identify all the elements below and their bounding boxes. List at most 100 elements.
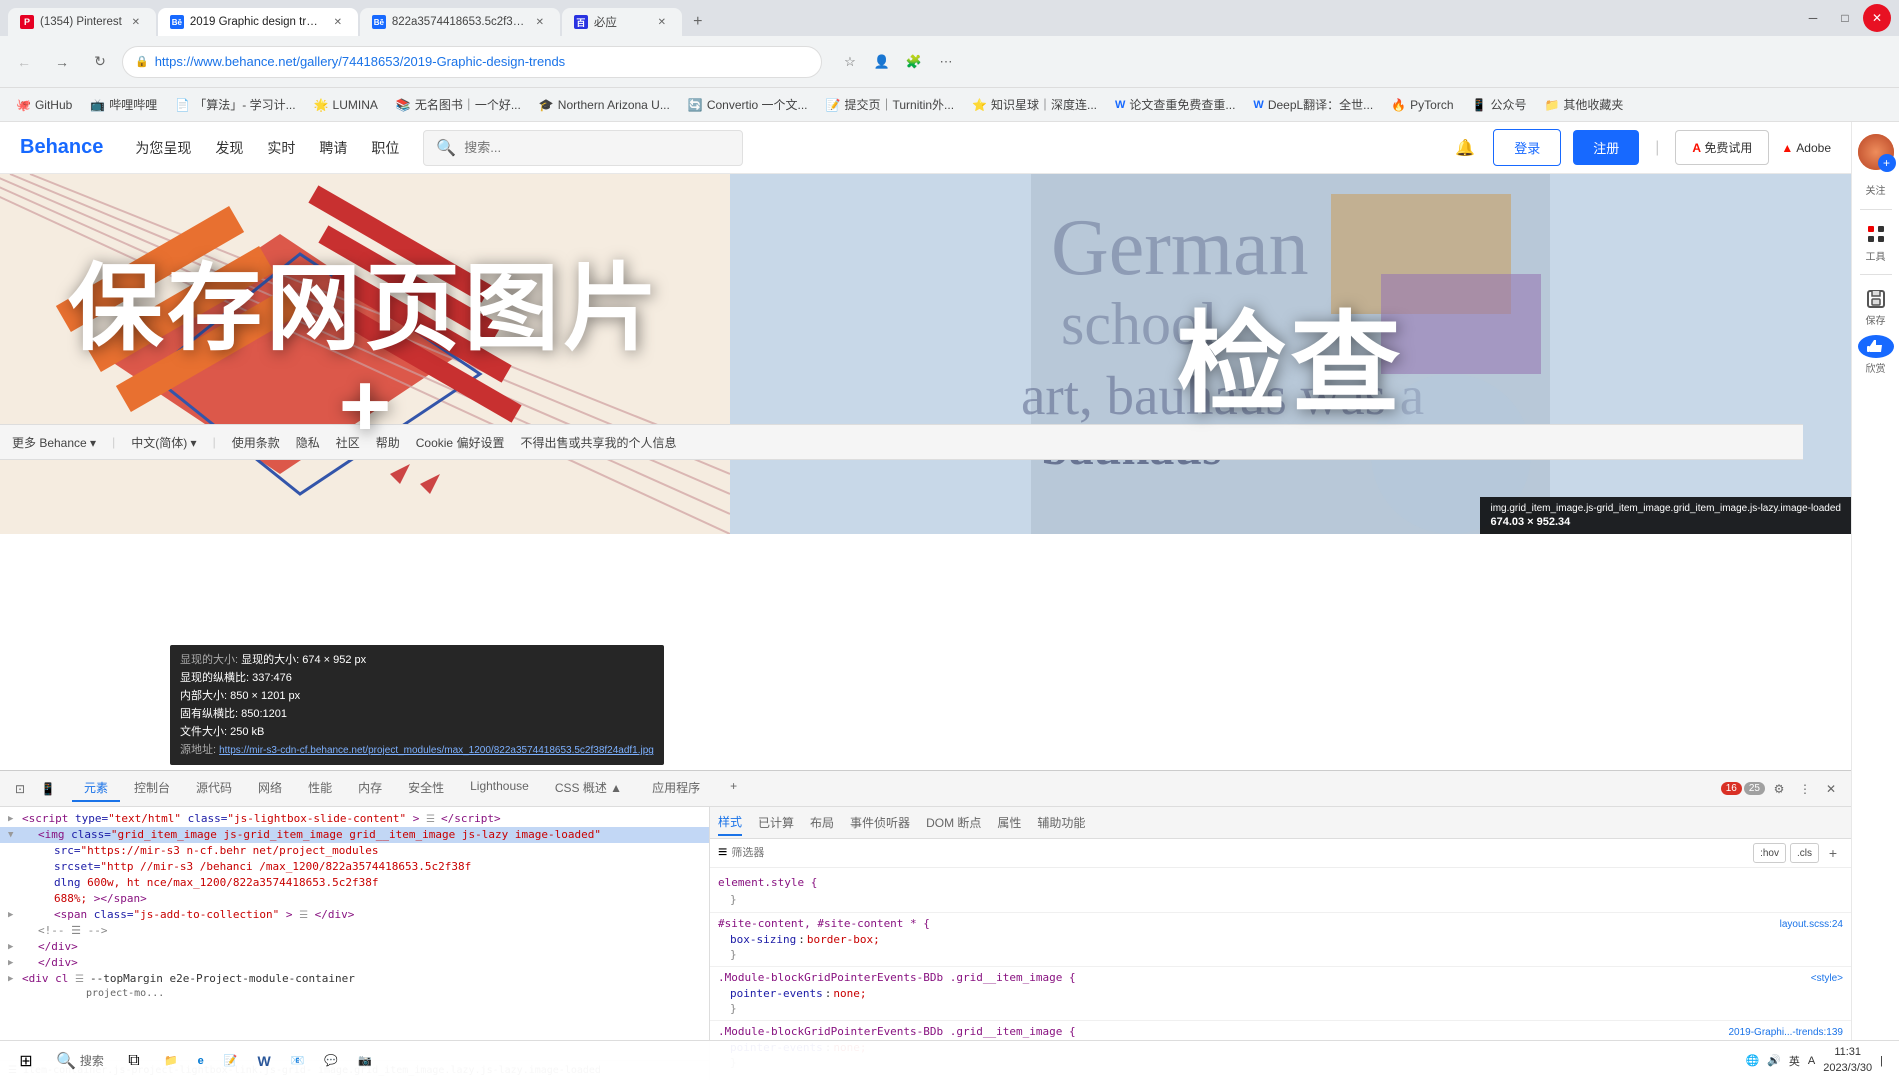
follow-add-button[interactable]: + — [1878, 154, 1896, 172]
maximize-button[interactable]: □ — [1831, 4, 1859, 32]
devtools-tab-sources[interactable]: 源代码 — [184, 775, 244, 802]
devtools-close-icon[interactable]: ✕ — [1819, 777, 1843, 801]
devtools-tab-application[interactable]: 应用程序 — [640, 775, 712, 802]
source-line-11[interactable]: project-mo... — [0, 987, 709, 1003]
bookmark-zsxq[interactable]: ⭐ 知识星球｜深度连... — [964, 92, 1105, 117]
search-bar[interactable]: 🔍 — [423, 130, 743, 166]
bookmark-more-folder[interactable]: 📁 其他收藏夹 — [1536, 92, 1631, 117]
new-tab-button[interactable]: + — [684, 8, 712, 36]
bookmark-convertio[interactable]: 🔄 Convertio 一个文... — [680, 92, 816, 117]
cookie-link[interactable]: Cookie 偏好设置 — [416, 434, 505, 451]
taskbar-wechat[interactable]: 💬 — [316, 1043, 346, 1079]
extension-icon[interactable]: 🧩 — [900, 48, 928, 76]
devtools-tab-security[interactable]: 安全性 — [396, 775, 456, 802]
minimize-button[interactable]: ─ — [1799, 4, 1827, 32]
source-line-5[interactable]: dlng 600w, ht nce/max_1200/822a357441865… — [0, 875, 709, 891]
more-menu-icon[interactable]: ⋯ — [932, 48, 960, 76]
tools-button[interactable]: 工具 — [1856, 222, 1896, 262]
nav-live[interactable]: 实时 — [267, 138, 295, 158]
tab-dom-breakpoints[interactable]: DOM 断点 — [926, 810, 981, 835]
tab-properties[interactable]: 属性 — [997, 810, 1021, 835]
devtools-tab-css[interactable]: CSS 概述 ▲ — [543, 775, 634, 802]
devtools-tab-memory[interactable]: 内存 — [346, 775, 394, 802]
more-behance-link[interactable]: 更多 Behance ▾ — [12, 434, 96, 451]
tab-accessibility[interactable]: 辅助功能 — [1037, 810, 1085, 835]
nav-hire[interactable]: 聘请 — [319, 138, 347, 158]
devtools-more-icon[interactable]: ⋮ — [1793, 777, 1817, 801]
bookmark-nau[interactable]: 🎓 Northern Arizona U... — [531, 94, 678, 116]
add-style-btn[interactable]: + — [1823, 843, 1843, 863]
bookmark-algo[interactable]: 📄 「算法」- 学习计... — [167, 92, 303, 117]
taskbar-word[interactable]: W — [249, 1043, 278, 1079]
tab-baidu-close[interactable]: ✕ — [654, 14, 670, 30]
source-line-8[interactable]: ▶ </div> — [0, 939, 709, 955]
module-block-source-2[interactable]: 2019-Graphi...-trends:139 — [1728, 1027, 1843, 1038]
inspect-element-icon[interactable]: ⊡ — [8, 777, 32, 801]
tab-pinterest[interactable]: P (1354) Pinterest ✕ — [8, 8, 156, 36]
nav-discover[interactable]: 发现 — [215, 138, 243, 158]
source-line-10[interactable]: ▶ <div cl ☰ --topMargin e2e-Project-modu… — [0, 971, 709, 987]
taskbar-notepad[interactable]: 📝 — [216, 1043, 246, 1079]
tab-styles[interactable]: 样式 — [718, 809, 742, 836]
styles-filter-input[interactable] — [731, 847, 1749, 859]
devtools-tab-lighthouse[interactable]: Lighthouse — [458, 775, 541, 802]
devtools-tab-elements[interactable]: 元素 — [72, 775, 120, 802]
login-button[interactable]: 登录 — [1493, 129, 1561, 166]
cls-filter-btn[interactable]: .cls — [1790, 843, 1819, 863]
bookmark-star-icon[interactable]: ☆ — [836, 48, 864, 76]
profile-icon[interactable]: 👤 — [868, 48, 896, 76]
language-selector[interactable]: 中文(简体) ▾ — [131, 434, 196, 451]
bookmark-pytorch[interactable]: 🔥 PyTorch — [1383, 94, 1461, 116]
devtools-tab-add[interactable]: + — [718, 775, 749, 802]
tab-layout[interactable]: 布局 — [810, 810, 834, 835]
module-block-source-1[interactable]: <style> — [1811, 973, 1843, 984]
taskbar-camera[interactable]: 📷 — [350, 1043, 380, 1079]
tab-behance2[interactable]: Bē 822a3574418653.5c2f38f24adf1... ✕ — [360, 8, 560, 36]
devtools-tab-network[interactable]: 网络 — [246, 775, 294, 802]
gallery-right-image[interactable]: German school art, bauhaus was a bauhaus — [730, 174, 1851, 534]
search-input[interactable] — [464, 140, 730, 155]
source-line-9[interactable]: ▶ </div> — [0, 955, 709, 971]
back-button[interactable]: ← — [8, 46, 40, 78]
show-desktop-btn[interactable]: | — [1880, 1055, 1883, 1067]
source-line-1[interactable]: ▶ <script type="text/html" class="js-lig… — [0, 811, 709, 827]
search-box[interactable]: 🔍 搜索 — [48, 1043, 112, 1079]
forward-button[interactable]: → — [46, 46, 78, 78]
bookmark-wanfang[interactable]: W 论文查重免费查重... — [1107, 92, 1243, 117]
devtools-tab-performance[interactable]: 性能 — [296, 775, 344, 802]
nav-for-you[interactable]: 为您呈现 — [135, 138, 191, 158]
notification-bell-icon[interactable]: 🔔 — [1449, 132, 1481, 164]
behance-logo[interactable]: Behance — [20, 136, 103, 159]
bookmark-github[interactable]: 🐙 GitHub — [8, 94, 80, 116]
devtools-settings-icon[interactable]: ⚙ — [1767, 777, 1791, 801]
taskbar-explorer[interactable]: 📁 — [156, 1043, 186, 1079]
tooltip-source-link[interactable]: https://mir-s3-cdn-cf.behance.net/projec… — [219, 745, 654, 756]
bookmark-bilibili[interactable]: 📺 哔哩哔哩 — [82, 92, 165, 117]
save-button[interactable]: 保存 — [1856, 287, 1896, 327]
source-line-7[interactable]: ▶ <span class="js-add-to-collection" > ☰… — [0, 907, 709, 923]
url-bar[interactable]: 🔒 https://www.behance.net/gallery/744186… — [122, 46, 822, 78]
bookmark-book[interactable]: 📚 无名图书｜一个好... — [388, 92, 529, 117]
close-button[interactable]: ✕ — [1863, 4, 1891, 32]
terms-link[interactable]: 使用条款 — [232, 434, 280, 451]
source-line-4[interactable]: srcset="http //mir-s3 /behanci /max_1200… — [0, 859, 709, 875]
bookmark-deepl[interactable]: W DeepL翻译：全世... — [1245, 92, 1381, 117]
device-toolbar-icon[interactable]: 📱 — [36, 777, 60, 801]
bookmark-wechat[interactable]: 📱 公众号 — [1464, 92, 1535, 117]
tab-computed[interactable]: 已计算 — [758, 810, 794, 835]
start-button[interactable]: ⊞ — [8, 1043, 44, 1079]
tab-baidu[interactable]: 百 必应 ✕ — [562, 8, 682, 36]
community-link[interactable]: 社区 — [336, 434, 360, 451]
taskbar-mail[interactable]: 📧 — [283, 1043, 313, 1079]
bookmark-turnitin[interactable]: 📝 提交页｜Turnitin外... — [818, 92, 963, 117]
tab-behance[interactable]: Bē 2019 Graphic design trends on B... ✕ — [158, 8, 358, 36]
bookmark-lumina[interactable]: 🌟 LUMINA — [306, 94, 386, 116]
no-sell-link[interactable]: 不得出售或共享我的个人信息 — [520, 434, 676, 451]
help-link[interactable]: 帮助 — [376, 434, 400, 451]
like-button[interactable]: 欣赏 — [1856, 335, 1896, 375]
hover-filter-btn[interactable]: :hov — [1753, 843, 1786, 863]
source-line-comment[interactable]: <!-- ☰ --> — [0, 923, 709, 939]
source-line-6[interactable]: 688%; ></span> — [0, 891, 709, 907]
gallery-left-image[interactable]: 保存网页图片 + — [0, 174, 730, 534]
trial-button[interactable]: A 免费试用 — [1675, 130, 1769, 165]
